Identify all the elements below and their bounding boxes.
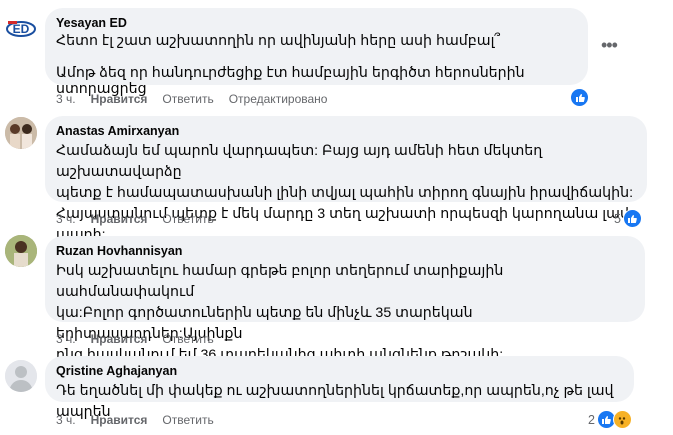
reply-button[interactable]: Ответить bbox=[162, 212, 213, 226]
like-button[interactable]: Нравится bbox=[91, 92, 148, 106]
comment-bubble: Qristine Aghajanyan Դե եղածնել մի փակեք … bbox=[45, 356, 634, 420]
avatar-user-icon bbox=[5, 360, 37, 392]
more-dots-icon[interactable]: ••• bbox=[601, 36, 618, 54]
comment-bubble: Ruzan Hovhannisyan Իսկ աշխատելու համար գ… bbox=[45, 236, 645, 363]
reactions-count: 2 bbox=[588, 412, 595, 427]
comment-time[interactable]: 3 ч. bbox=[56, 92, 76, 106]
like-button[interactable]: Нравится bbox=[91, 212, 148, 226]
comment-author[interactable]: Yesayan ED bbox=[56, 15, 576, 31]
comment-actions: 3 ч. Нравится Ответить bbox=[56, 211, 214, 227]
avatar[interactable] bbox=[5, 235, 37, 267]
svg-text:ED: ED bbox=[13, 22, 30, 36]
reply-button[interactable]: Ответить bbox=[162, 92, 213, 106]
comment-bubble: Yesayan ED Հետո էլ շատ աշխատողին որ ավին… bbox=[45, 8, 588, 97]
comment-actions: 3 ч. Нравится Ответить Отредактировано bbox=[56, 91, 327, 107]
edited-label[interactable]: Отредактировано bbox=[229, 92, 328, 106]
avatar[interactable]: ED bbox=[5, 12, 37, 44]
reactions[interactable]: 5 bbox=[614, 209, 642, 228]
comment-actions: 3 ч. Нравится Ответить bbox=[56, 412, 214, 428]
like-button[interactable]: Нравится bbox=[91, 332, 148, 346]
avatar[interactable] bbox=[5, 117, 37, 149]
reply-button[interactable]: Ответить bbox=[162, 332, 213, 346]
reactions[interactable]: 2 bbox=[588, 410, 632, 429]
reactions-count: 5 bbox=[614, 211, 621, 226]
like-icon bbox=[622, 209, 642, 228]
comment-time[interactable]: 3 ч. bbox=[56, 332, 76, 346]
avatar-user-icon bbox=[5, 235, 37, 267]
like-button[interactable]: Нравится bbox=[91, 413, 148, 427]
comment-time[interactable]: 3 ч. bbox=[56, 212, 76, 226]
comment-time[interactable]: 3 ч. bbox=[56, 413, 76, 427]
comment-author[interactable]: Qristine Aghajanyan bbox=[56, 363, 622, 379]
comment-author[interactable]: Anastas Amirxanyan bbox=[56, 123, 635, 139]
avatar[interactable] bbox=[5, 360, 37, 392]
reactions[interactable] bbox=[570, 88, 591, 107]
comment-text: Հետո էլ շատ աշխատողին որ ավինյանի հերը ա… bbox=[56, 33, 525, 97]
avatar-logo-icon: ED bbox=[6, 21, 36, 37]
comment-text: Համաձայն եմ պարոն վարդապետ: Բայց այդ ամե… bbox=[56, 143, 634, 243]
like-icon bbox=[570, 88, 589, 107]
reply-button[interactable]: Ответить bbox=[162, 413, 213, 427]
wow-icon bbox=[612, 410, 632, 429]
comment-bubble: Anastas Amirxanyan Համաձայն եմ պարոն վար… bbox=[45, 116, 647, 243]
comment-actions: 3 ч. Нравится Ответить bbox=[56, 331, 214, 347]
avatar-user-icon bbox=[5, 117, 37, 149]
comment-author[interactable]: Ruzan Hovhannisyan bbox=[56, 243, 633, 259]
comment-text: Իսկ աշխատելու համար գրեթե բոլոր տեղերում… bbox=[56, 263, 504, 363]
